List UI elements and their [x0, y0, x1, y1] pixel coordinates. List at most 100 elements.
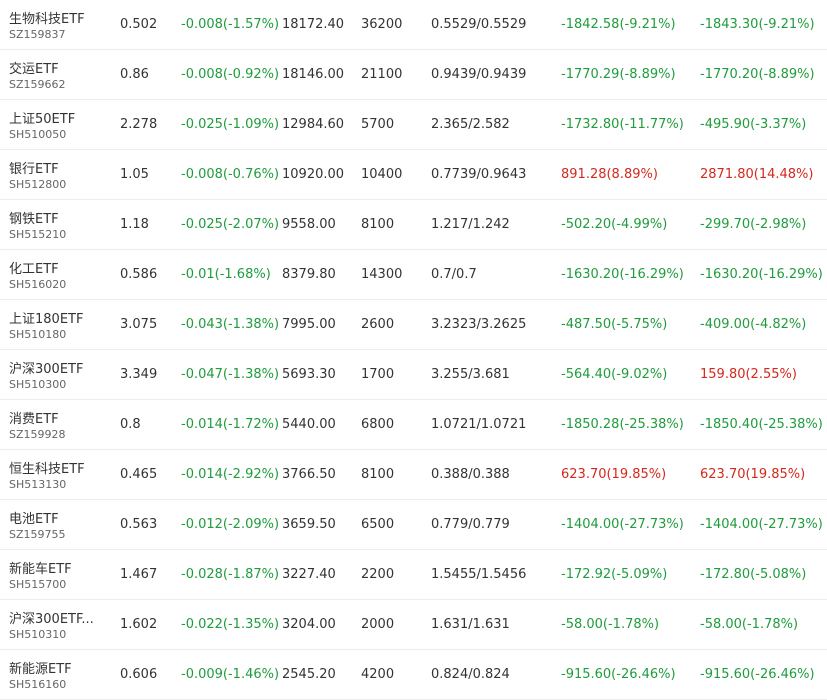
total-profit-loss: -58.00(-1.78%): [700, 617, 799, 632]
fund-name[interactable]: 新能车ETF: [9, 558, 72, 577]
share-count: 5700: [361, 117, 395, 132]
fund-name-cell[interactable]: 交运ETF SZ159662: [9, 50, 109, 99]
fund-name-cell[interactable]: 上证50ETF SH510050: [9, 100, 109, 149]
fund-name[interactable]: 上证180ETF: [9, 308, 83, 327]
fund-name-cell[interactable]: 钢铁ETF SH515210: [9, 200, 109, 249]
holdings-table: 生物科技ETF SZ159837 0.502 -0.008(-1.57%) 18…: [0, 0, 827, 700]
table-row[interactable]: 上证180ETF SH510180 3.075 -0.043(-1.38%) 7…: [0, 300, 827, 350]
share-count: 36200: [361, 17, 403, 32]
table-row[interactable]: 消费ETF SZ159928 0.8 -0.014(-1.72%) 5440.0…: [0, 400, 827, 450]
market-value: 3659.50: [282, 517, 336, 532]
fund-name-cell[interactable]: 消费ETF SZ159928: [9, 400, 109, 449]
fund-name-cell[interactable]: 化工ETF SH516020: [9, 250, 109, 299]
fund-name-cell[interactable]: 恒生科技ETF SH513130: [9, 450, 109, 499]
total-profit-loss: -1770.20(-8.89%): [700, 67, 815, 82]
fund-name[interactable]: 银行ETF: [9, 158, 59, 177]
fund-name[interactable]: 沪深300ETF: [9, 358, 83, 377]
fund-name-cell[interactable]: 生物科技ETF SZ159837: [9, 0, 109, 49]
price-change: -0.025(-2.07%): [181, 217, 279, 232]
fund-name[interactable]: 钢铁ETF: [9, 208, 59, 227]
cost-price: 0.824/0.824: [431, 667, 510, 682]
current-price: 0.8: [120, 417, 141, 432]
table-row[interactable]: 沪深300ETF... SH510310 1.602 -0.022(-1.35%…: [0, 600, 827, 650]
table-row[interactable]: 新能源ETF SH516160 0.606 -0.009(-1.46%) 254…: [0, 650, 827, 700]
total-profit-loss: -299.70(-2.98%): [700, 217, 807, 232]
market-value: 3766.50: [282, 467, 336, 482]
table-row[interactable]: 新能车ETF SH515700 1.467 -0.028(-1.87%) 322…: [0, 550, 827, 600]
fund-name[interactable]: 交运ETF: [9, 58, 59, 77]
fund-name-cell[interactable]: 上证180ETF SH510180: [9, 300, 109, 349]
fund-name-cell[interactable]: 电池ETF SZ159755: [9, 500, 109, 549]
fund-code: SH510050: [9, 128, 67, 141]
position-profit-loss: 623.70(19.85%): [561, 467, 667, 482]
cost-price: 0.7739/0.9643: [431, 167, 527, 182]
fund-name[interactable]: 电池ETF: [9, 508, 59, 527]
current-price: 1.467: [120, 567, 158, 582]
table-row[interactable]: 生物科技ETF SZ159837 0.502 -0.008(-1.57%) 18…: [0, 0, 827, 50]
fund-name[interactable]: 生物科技ETF: [9, 8, 85, 27]
table-row[interactable]: 银行ETF SH512800 1.05 -0.008(-0.76%) 10920…: [0, 150, 827, 200]
price-change: -0.014(-2.92%): [181, 467, 279, 482]
fund-name[interactable]: 上证50ETF: [9, 108, 75, 127]
position-profit-loss: -1842.58(-9.21%): [561, 17, 676, 32]
current-price: 3.349: [120, 367, 158, 382]
table-row[interactable]: 化工ETF SH516020 0.586 -0.01(-1.68%) 8379.…: [0, 250, 827, 300]
fund-name[interactable]: 恒生科技ETF: [9, 458, 85, 477]
current-price: 0.563: [120, 517, 158, 532]
fund-code: SH515700: [9, 578, 67, 591]
total-profit-loss: 2871.80(14.48%): [700, 167, 814, 182]
position-profit-loss: -1732.80(-11.77%): [561, 117, 684, 132]
market-value: 3227.40: [282, 567, 336, 582]
fund-code: SZ159662: [9, 78, 66, 91]
fund-name[interactable]: 消费ETF: [9, 408, 59, 427]
fund-name[interactable]: 沪深300ETF...: [9, 608, 94, 627]
market-value: 2545.20: [282, 667, 336, 682]
total-profit-loss: -1404.00(-27.73%): [700, 517, 823, 532]
position-profit-loss: -564.40(-9.02%): [561, 367, 668, 382]
fund-name-cell[interactable]: 银行ETF SH512800: [9, 150, 109, 199]
position-profit-loss: -487.50(-5.75%): [561, 317, 668, 332]
fund-name-cell[interactable]: 沪深300ETF SH510300: [9, 350, 109, 399]
fund-code: SZ159837: [9, 28, 66, 41]
table-row[interactable]: 沪深300ETF SH510300 3.349 -0.047(-1.38%) 5…: [0, 350, 827, 400]
fund-name-cell[interactable]: 新能车ETF SH515700: [9, 550, 109, 599]
fund-name-cell[interactable]: 新能源ETF SH516160: [9, 650, 109, 699]
position-profit-loss: -1770.29(-8.89%): [561, 67, 676, 82]
current-price: 1.602: [120, 617, 158, 632]
total-profit-loss: -495.90(-3.37%): [700, 117, 807, 132]
cost-price: 1.631/1.631: [431, 617, 510, 632]
table-row[interactable]: 电池ETF SZ159755 0.563 -0.012(-2.09%) 3659…: [0, 500, 827, 550]
fund-name-cell[interactable]: 沪深300ETF... SH510310: [9, 600, 109, 649]
fund-code: SH515210: [9, 228, 67, 241]
table-row[interactable]: 恒生科技ETF SH513130 0.465 -0.014(-2.92%) 37…: [0, 450, 827, 500]
market-value: 5440.00: [282, 417, 336, 432]
fund-code: SH513130: [9, 478, 67, 491]
market-value: 18172.40: [282, 17, 345, 32]
cost-price: 0.388/0.388: [431, 467, 510, 482]
fund-name[interactable]: 化工ETF: [9, 258, 59, 277]
market-value: 10920.00: [282, 167, 345, 182]
cost-price: 3.2323/3.2625: [431, 317, 527, 332]
total-profit-loss: -409.00(-4.82%): [700, 317, 807, 332]
price-change: -0.008(-0.76%): [181, 167, 279, 182]
fund-code: SH516020: [9, 278, 67, 291]
position-profit-loss: -1630.20(-16.29%): [561, 267, 684, 282]
share-count: 2000: [361, 617, 395, 632]
current-price: 1.05: [120, 167, 149, 182]
fund-name[interactable]: 新能源ETF: [9, 658, 72, 677]
current-price: 0.586: [120, 267, 158, 282]
price-change: -0.022(-1.35%): [181, 617, 279, 632]
share-count: 14300: [361, 267, 403, 282]
table-row[interactable]: 交运ETF SZ159662 0.86 -0.008(-0.92%) 18146…: [0, 50, 827, 100]
fund-code: SH510310: [9, 628, 67, 641]
table-row[interactable]: 上证50ETF SH510050 2.278 -0.025(-1.09%) 12…: [0, 100, 827, 150]
current-price: 3.075: [120, 317, 158, 332]
price-change: -0.014(-1.72%): [181, 417, 279, 432]
market-value: 7995.00: [282, 317, 336, 332]
current-price: 1.18: [120, 217, 149, 232]
price-change: -0.028(-1.87%): [181, 567, 279, 582]
price-change: -0.01(-1.68%): [181, 267, 271, 282]
share-count: 4200: [361, 667, 395, 682]
table-row[interactable]: 钢铁ETF SH515210 1.18 -0.025(-2.07%) 9558.…: [0, 200, 827, 250]
current-price: 0.86: [120, 67, 149, 82]
